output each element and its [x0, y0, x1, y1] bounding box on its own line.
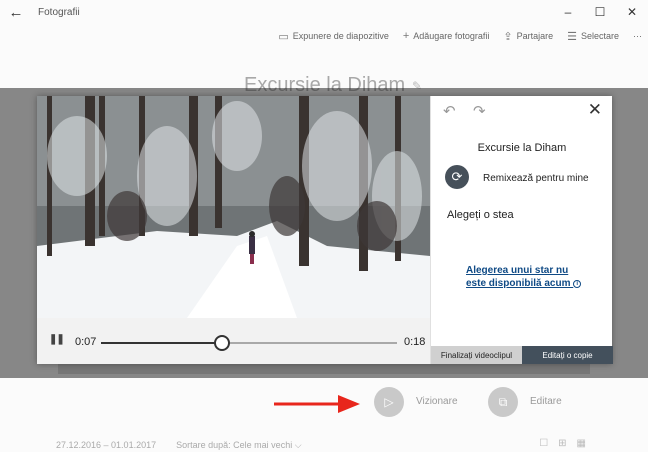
minimize-button[interactable]: – [552, 0, 584, 24]
select-list-icon: ☰ [567, 30, 577, 43]
end-time: 0:18 [404, 336, 426, 348]
edit-video-icon: ⧉ [498, 394, 508, 409]
pause-button[interactable]: ❚❚ [49, 334, 65, 345]
select-button[interactable]: ☰ Selectare [567, 30, 619, 43]
edit-copy-button[interactable]: Editați o copie [522, 346, 613, 364]
snowy-forest-image [37, 96, 430, 318]
redo-icon[interactable]: ↷ [473, 102, 486, 120]
small-grid-icon[interactable]: ▦ [577, 438, 586, 449]
close-window-button[interactable]: ✕ [616, 0, 648, 24]
edit-label[interactable]: Editare [530, 396, 562, 407]
title-bar: ← Fotografii – ☐ ✕ [0, 0, 648, 24]
play-icon: ▷ [384, 395, 394, 409]
remix-dialog: ❚❚ 0:07 0:18 ↶ ↷ ✕ Excursie la Diham ⟳ R… [37, 96, 613, 364]
footer: 27.12.2016 – 01.01.2017 Sortare după: Ce… [56, 440, 302, 451]
video-preview[interactable] [37, 96, 430, 318]
arrow-left-icon: ← [8, 3, 24, 21]
remix-side-panel: ↶ ↷ ✕ Excursie la Diham ⟳ Remixează pent… [430, 96, 613, 364]
remix-button-label[interactable]: Remixează pentru mine [483, 173, 589, 184]
play-label[interactable]: Vizionare [416, 396, 458, 407]
choose-star-label: Alegeți o stea [447, 209, 514, 221]
player-controls: ❚❚ 0:07 0:18 [37, 318, 430, 364]
play-button[interactable]: ▷ [374, 387, 404, 417]
pause-icon: ❚❚ [49, 334, 65, 345]
more-button[interactable]: ··· [633, 31, 642, 41]
red-arrow-annotation [274, 395, 360, 413]
sort-label: Sortare după: [176, 440, 231, 450]
share-label: Partajare [516, 31, 554, 41]
remix-icon[interactable]: ⟳ [445, 165, 469, 189]
date-range: 27.12.2016 – 01.01.2017 [56, 440, 157, 450]
sort-control[interactable]: Sortare după: Cele mai vechi ⌵ [176, 440, 301, 451]
slideshow-label: Expunere de diapozitive [292, 31, 389, 41]
toolbar: ▭ Expunere de diapozitive + Adăugare fot… [278, 26, 642, 46]
add-photos-label: Adăugare fotografii [413, 31, 490, 41]
slideshow-icon: ▭ [278, 30, 289, 43]
info-icon: i [573, 280, 582, 288]
seek-bar-progress [101, 342, 223, 344]
add-photos-button[interactable]: + Adăugare fotografii [403, 30, 490, 42]
share-icon: ⇪ [503, 30, 513, 43]
star-unavailable-link[interactable]: Alegerea unui star nu este disponibilă a… [466, 264, 591, 290]
share-button[interactable]: ⇪ Partajare [503, 30, 553, 43]
chevron-down-icon: ⌵ [294, 440, 302, 450]
view-options: ☐ ⊞ ▦ [539, 438, 586, 449]
large-view-icon[interactable]: ☐ [539, 438, 548, 449]
star-unavailable-text: Alegerea unui star nu este disponibilă a… [466, 265, 571, 289]
app-title: Fotografii [38, 6, 80, 18]
select-label: Selectare [580, 31, 619, 41]
back-button[interactable]: ← [0, 0, 32, 24]
close-icon[interactable]: ✕ [588, 100, 602, 120]
panel-title: Excursie la Diham [477, 142, 567, 154]
undo-icon[interactable]: ↶ [443, 102, 456, 120]
window-controls: – ☐ ✕ [552, 0, 648, 24]
edit-button[interactable]: ⧉ [488, 387, 518, 417]
more-icon: ··· [633, 31, 642, 41]
medium-grid-icon[interactable]: ⊞ [558, 438, 566, 449]
seek-bar-thumb[interactable] [214, 335, 231, 351]
current-time: 0:07 [75, 336, 97, 348]
maximize-button[interactable]: ☐ [584, 0, 616, 24]
plus-icon: + [402, 30, 410, 42]
sort-value: Cele mai vechi [233, 440, 293, 450]
seek-bar[interactable] [101, 335, 397, 351]
slideshow-button[interactable]: ▭ Expunere de diapozitive [278, 30, 388, 43]
finalize-video-button[interactable]: Finalizați videoclipul [431, 346, 522, 364]
